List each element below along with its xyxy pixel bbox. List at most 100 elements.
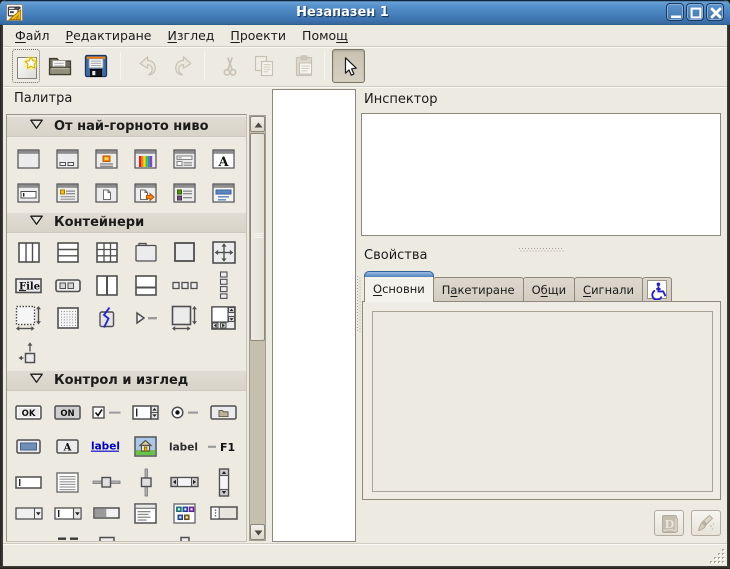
palette-item-font-selection-dialog[interactable]: A: [204, 146, 243, 172]
palette-item-text-view[interactable]: [48, 466, 87, 498]
palette-item-alignment-control[interactable]: [9, 339, 48, 367]
palette-item-link-button[interactable]: label: [87, 433, 126, 459]
devhelp-button[interactable]: D: [654, 510, 684, 536]
palette-item-input-dialog[interactable]: [9, 180, 48, 206]
palette-item-check-button[interactable]: [87, 399, 126, 425]
palette-item-label[interactable]: label: [165, 433, 204, 459]
titlebar[interactable]: Незапазен 1: [0, 0, 730, 25]
scrollbar-down-button[interactable]: [250, 524, 265, 540]
toolbar-redo-button[interactable]: [170, 49, 198, 83]
palette-item-vscrollbar[interactable]: [204, 466, 243, 498]
vbuttonbox-icon: [219, 271, 229, 299]
palette-item-tree-view[interactable]: [126, 500, 165, 526]
palette-item-file-chooser-button[interactable]: [204, 399, 243, 425]
palette-scrollbar[interactable]: [249, 115, 266, 541]
palette-item-font-button[interactable]: A: [48, 433, 87, 459]
palette-item-frame[interactable]: [126, 238, 165, 266]
edit-button[interactable]: [691, 510, 721, 536]
properties-notebook-page: [362, 301, 721, 500]
palette-item-scrolled-window[interactable]: [204, 303, 243, 333]
palette-item-file-chooser-dialog[interactable]: [165, 146, 204, 172]
tab-1[interactable]: Пакетиране: [433, 277, 524, 302]
palette-item-assistant[interactable]: [165, 180, 204, 206]
palette-item-dialog[interactable]: [48, 146, 87, 172]
palette-item-progress-bar[interactable]: [87, 500, 126, 526]
menu-item-4[interactable]: Помощ: [294, 25, 356, 47]
palette-item-window[interactable]: [9, 146, 48, 172]
maximize-button[interactable]: [686, 3, 704, 21]
palette-item-toolbar[interactable]: [48, 271, 87, 299]
palette-item-icon-view[interactable]: [165, 500, 204, 526]
palette-item-about-dialog[interactable]: [48, 180, 87, 206]
palette-empty-cell: [204, 536, 243, 542]
resize-grip[interactable]: [710, 549, 725, 564]
palette-item-hpaned[interactable]: [87, 271, 126, 299]
toolbar-cut-button[interactable]: [216, 49, 244, 83]
menu-item-2[interactable]: Изглед: [160, 25, 223, 47]
palette-item-fixed-grid[interactable]: [48, 303, 87, 333]
palette-item-layout[interactable]: [9, 303, 48, 333]
toolbar-save-button[interactable]: [82, 49, 110, 83]
inspector-tree[interactable]: [361, 113, 721, 236]
menu-item-1[interactable]: Редактиране: [58, 25, 160, 47]
palette-section-header[interactable]: От най-горното ниво: [7, 116, 246, 137]
minimize-button[interactable]: [666, 3, 684, 21]
palette-item-expander[interactable]: [126, 303, 165, 333]
tab-accessibility[interactable]: [642, 277, 672, 302]
palette-item-vbox[interactable]: [48, 238, 87, 266]
palette-item-color-selection-dialog[interactable]: [126, 146, 165, 172]
palette-item-clipped-item-3[interactable]: [165, 536, 204, 542]
toolbar-selector-button[interactable]: [332, 49, 365, 83]
palette-item-combo-box[interactable]: [9, 500, 48, 526]
palette-item-hscrollbar[interactable]: [165, 466, 204, 498]
palette-item-button[interactable]: OK: [9, 399, 48, 425]
palette-item-window-page[interactable]: [87, 180, 126, 206]
palette-item-hbuttonbox[interactable]: [165, 271, 204, 299]
palette-item-hbox[interactable]: [9, 238, 48, 266]
toolbar-copy-button[interactable]: [250, 49, 278, 83]
palette-row: [9, 536, 246, 542]
palette-item-clipped-item-2[interactable]: [87, 536, 126, 542]
palette-item-cell-view[interactable]: [204, 500, 243, 526]
scrollbar-thumb[interactable]: [250, 133, 265, 341]
close-button[interactable]: [706, 3, 724, 21]
menu-item-3[interactable]: Проекти: [222, 25, 294, 47]
palette-item-table[interactable]: [87, 238, 126, 266]
menu-item-0[interactable]: Файл: [7, 25, 58, 47]
toolbar-paste-button[interactable]: [290, 49, 318, 83]
palette-item-toggle-button[interactable]: ON: [48, 399, 87, 425]
palette-item-recent-chooser-dialog[interactable]: [126, 180, 165, 206]
palette-item-vpaned[interactable]: [126, 271, 165, 299]
spinbutton-icon: [132, 405, 159, 420]
layout-arrows-icon: [15, 305, 42, 332]
scrollbar-up-button[interactable]: [250, 116, 265, 132]
palette-item-vscale[interactable]: [126, 466, 165, 498]
palette-item-hscale[interactable]: [87, 466, 126, 498]
horizontal-pane-handle[interactable]: [519, 238, 565, 243]
palette-item-spin-button[interactable]: [126, 399, 165, 425]
toolbar-open-button[interactable]: [46, 49, 74, 83]
palette-item-menubar[interactable]: File: [9, 271, 48, 299]
palette-item-color-button[interactable]: [9, 433, 48, 459]
palette-item-accel-label[interactable]: F1: [204, 433, 243, 459]
palette-item-handlebox[interactable]: [87, 303, 126, 333]
palette-item-message-dialog[interactable]: [87, 146, 126, 172]
palette-item-clipped-item-1[interactable]: [48, 536, 87, 542]
palette-item-alignment[interactable]: [165, 238, 204, 266]
palette-item-entry[interactable]: [9, 466, 48, 498]
palette-item-panel-window[interactable]: [204, 180, 243, 206]
palette-item-combo-box-entry[interactable]: [48, 500, 87, 526]
palette-item-image[interactable]: [126, 433, 165, 459]
palette-section-header[interactable]: Контейнери: [7, 212, 246, 233]
palette-item-radio-button[interactable]: [165, 399, 204, 425]
tab-3[interactable]: Сигнали: [574, 277, 643, 302]
palette-item-fixed[interactable]: [204, 238, 243, 266]
tab-0[interactable]: Основни: [364, 272, 434, 302]
palette-item-aspect-frame[interactable]: [165, 303, 204, 333]
palette-section-header[interactable]: Контрол и изглед: [7, 370, 246, 391]
toolbar-new-button[interactable]: [12, 49, 40, 83]
toolbar-undo-button[interactable]: [133, 49, 161, 83]
palette-item-vbuttonbox[interactable]: [204, 271, 243, 299]
tab-2[interactable]: Общи: [523, 277, 575, 302]
design-canvas[interactable]: [272, 89, 356, 542]
